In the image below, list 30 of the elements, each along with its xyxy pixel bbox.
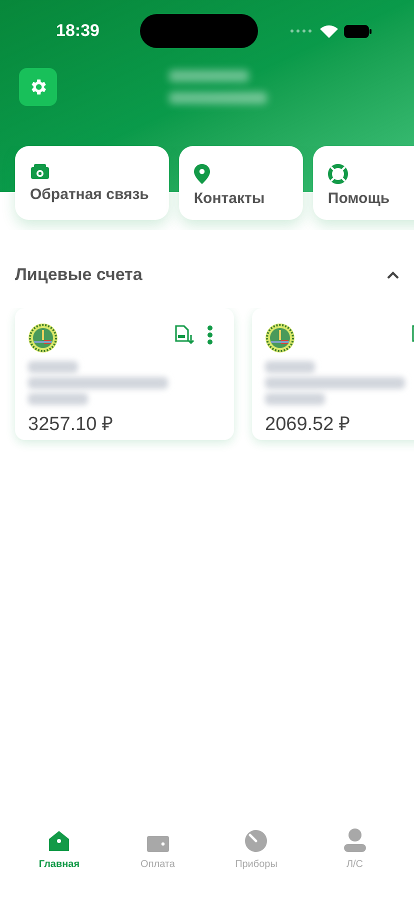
gauge-icon xyxy=(245,830,268,852)
more-options-icon[interactable] xyxy=(207,324,213,344)
wifi-icon xyxy=(320,24,338,38)
quick-action-card[interactable]: Обратная связь xyxy=(15,146,169,220)
lifebuoy-icon xyxy=(328,164,348,184)
account-card[interactable]: 2069.52 ₽ xyxy=(252,308,414,440)
wallet-icon xyxy=(146,836,169,852)
account-balance: 2069.52 ₽ xyxy=(265,412,351,436)
redacted-text xyxy=(28,392,88,404)
collapse-toggle[interactable] xyxy=(387,270,399,279)
emblem-icon xyxy=(28,322,58,352)
settings-button[interactable] xyxy=(19,68,57,106)
document-download-icon[interactable] xyxy=(175,324,195,344)
home-icon xyxy=(48,830,70,852)
redacted-text xyxy=(28,360,78,372)
cellular-signal-icon xyxy=(290,29,314,33)
section-title: Лицевые счета xyxy=(15,264,142,286)
status-time: 18:39 xyxy=(56,20,100,42)
quick-action-card[interactable]: Контакты xyxy=(178,146,303,220)
account-balance: 3257.10 ₽ xyxy=(28,412,114,436)
battery-icon xyxy=(344,24,372,38)
redacted-text xyxy=(265,360,315,372)
quick-action-card[interactable]: Помощь xyxy=(312,146,414,220)
account-card[interactable]: 3257.10 ₽ xyxy=(15,308,234,440)
redacted-text xyxy=(265,392,325,404)
emblem-icon xyxy=(265,322,295,352)
chevron-icon xyxy=(387,270,399,279)
location-pin-icon xyxy=(194,164,210,184)
person-icon xyxy=(344,828,366,852)
tab-bar-item[interactable]: Главная xyxy=(19,825,100,872)
